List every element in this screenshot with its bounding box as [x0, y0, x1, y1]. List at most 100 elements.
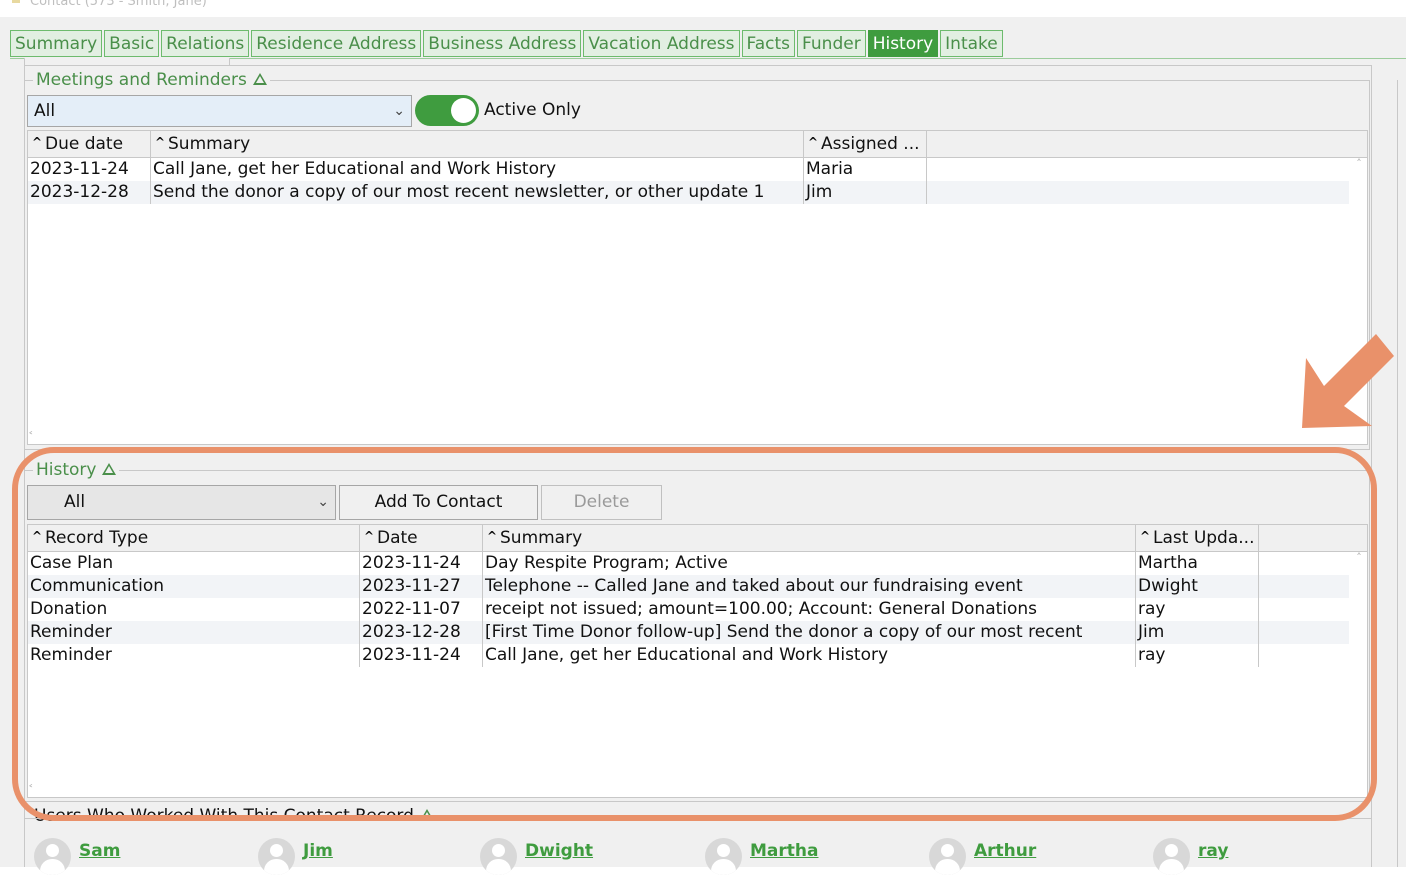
cell-summary: Send the donor a copy of our most recent… — [153, 182, 765, 202]
tab-bar: Summary Basic Relations Residence Addres… — [10, 30, 1003, 59]
meetings-table-header: ^ Due date ^ Summary ^ Assigned ... — [28, 131, 1367, 158]
window-title-bar: Contact (573 - Smith, Jane) — [0, 0, 1406, 17]
column-header-record-type[interactable]: ^ Record Type — [28, 525, 360, 551]
avatar — [705, 838, 742, 875]
tab-history[interactable]: History — [867, 30, 939, 57]
table-row[interactable]: Reminder 2023-12-28 [First Time Donor fo… — [28, 621, 1349, 644]
column-divider — [1135, 552, 1136, 667]
sort-caret-icon: ^ — [32, 135, 43, 149]
sort-caret-icon: ^ — [155, 135, 166, 149]
toggle-knob — [451, 98, 476, 123]
collapse-triangle-icon[interactable] — [252, 73, 267, 85]
cell-record-type: Reminder — [30, 622, 112, 642]
history-legend[interactable]: History — [33, 460, 120, 480]
cell-date: 2023-11-27 — [362, 576, 461, 596]
column-header-date[interactable]: ^ Date — [360, 525, 483, 551]
cell-record-type: Donation — [30, 599, 108, 619]
active-only-label: Active Only — [484, 100, 581, 120]
frame-tab-stub — [24, 58, 230, 66]
table-row[interactable]: 2023-11-24 Call Jane, get her Educationa… — [28, 158, 1349, 181]
history-table: ^ Record Type ^ Date ^ Summary ^ Last Upda..… — [27, 524, 1368, 798]
cell-summary: Telephone -- Called Jane and taked about… — [485, 576, 1023, 596]
cell-date: 2023-12-28 — [362, 622, 461, 642]
user-link[interactable]: Sam — [79, 841, 120, 861]
cell-last-updated: ray — [1138, 599, 1166, 619]
add-to-contact-button[interactable]: Add To Contact — [339, 485, 538, 520]
chevron-down-icon: ⌄ — [317, 494, 329, 510]
history-vertical-scrollbar[interactable]: ˄ — [1351, 551, 1367, 781]
meetings-filter-select[interactable]: All ⌄ — [27, 95, 412, 127]
sort-caret-icon: ^ — [808, 135, 819, 149]
meetings-table: ^ Due date ^ Summary ^ Assigned ... 2023-11… — [27, 130, 1368, 445]
tab-residence-address[interactable]: Residence Address — [251, 30, 422, 57]
avatar — [258, 838, 295, 875]
tab-facts[interactable]: Facts — [741, 30, 796, 57]
user-link[interactable]: Jim — [303, 841, 333, 861]
cell-last-updated: Jim — [1138, 622, 1165, 642]
meetings-horizontal-scrollbar[interactable]: ˂ — [28, 430, 1367, 444]
sort-caret-icon: ^ — [32, 529, 43, 543]
window-title: Contact (573 - Smith, Jane) — [30, 0, 207, 9]
user-link[interactable]: Dwight — [525, 841, 593, 861]
sort-caret-icon: ^ — [364, 529, 375, 543]
cell-due-date: 2023-11-24 — [30, 159, 129, 179]
cell-summary: [First Time Donor follow-up] Send the do… — [485, 622, 1083, 642]
table-row[interactable]: Communication 2023-11-27 Telephone -- Ca… — [28, 575, 1349, 598]
table-row[interactable]: Case Plan 2023-11-24 Day Respite Program… — [28, 552, 1349, 575]
tab-summary[interactable]: Summary — [10, 30, 103, 57]
column-header-assigned[interactable]: ^ Assigned ... — [804, 131, 927, 157]
column-header-summary[interactable]: ^ Summary — [483, 525, 1136, 551]
sort-caret-icon: ^ — [1140, 529, 1151, 543]
cell-date: 2023-11-24 — [362, 553, 461, 573]
meetings-filter-value: All — [34, 101, 56, 121]
cell-record-type: Reminder — [30, 645, 112, 665]
tab-funder[interactable]: Funder — [797, 30, 866, 57]
table-row[interactable]: Reminder 2023-11-24 Call Jane, get her E… — [28, 644, 1349, 667]
contact-icon — [12, 0, 20, 3]
chevron-down-icon: ⌄ — [393, 103, 405, 119]
avatar — [480, 838, 517, 875]
history-horizontal-scrollbar[interactable]: ˂ — [28, 783, 1367, 797]
avatar — [34, 838, 71, 875]
callout-arrow-icon — [1302, 334, 1394, 428]
right-scroll-rail[interactable] — [1397, 80, 1406, 867]
column-header-due-date[interactable]: ^ Due date — [28, 131, 151, 157]
user-link[interactable]: ray — [1198, 841, 1228, 861]
history-filter-select[interactable]: All ⌄ — [27, 485, 336, 520]
cell-record-type: Case Plan — [30, 553, 114, 573]
table-row[interactable]: 2023-12-28 Send the donor a copy of our … — [28, 181, 1349, 204]
history-filter-value: All — [64, 492, 86, 512]
meetings-legend[interactable]: Meetings and Reminders — [33, 70, 270, 90]
tab-vacation-address[interactable]: Vacation Address — [583, 30, 740, 57]
column-divider — [359, 552, 360, 667]
history-table-header: ^ Record Type ^ Date ^ Summary ^ Last Upda..… — [28, 525, 1367, 552]
column-divider — [1258, 552, 1259, 667]
active-only-toggle[interactable] — [415, 95, 479, 126]
tab-basic[interactable]: Basic — [104, 30, 160, 57]
column-header-summary[interactable]: ^ Summary — [151, 131, 804, 157]
cell-date: 2022-11-07 — [362, 599, 461, 619]
column-header-last-updated[interactable]: ^ Last Upda... — [1136, 525, 1259, 551]
user-link[interactable]: Arthur — [974, 841, 1036, 861]
cell-last-updated: ray — [1138, 645, 1166, 665]
cell-due-date: 2023-12-28 — [30, 182, 129, 202]
cell-summary: Day Respite Program; Active — [485, 553, 728, 573]
cell-assigned: Jim — [806, 182, 833, 202]
column-divider — [150, 158, 151, 204]
cell-last-updated: Dwight — [1138, 576, 1198, 596]
cell-summary: receipt not issued; amount=100.00; Accou… — [485, 599, 1038, 619]
sort-caret-icon: ^ — [487, 529, 498, 543]
collapse-triangle-icon[interactable] — [102, 463, 117, 475]
column-divider — [482, 552, 483, 667]
cell-record-type: Communication — [30, 576, 164, 596]
tab-business-address[interactable]: Business Address — [423, 30, 582, 57]
cell-last-updated: Martha — [1138, 553, 1198, 573]
avatar — [929, 838, 966, 875]
cell-assigned: Maria — [806, 159, 854, 179]
cell-summary: Call Jane, get her Educational and Work … — [153, 159, 557, 179]
delete-button[interactable]: Delete — [541, 485, 662, 520]
user-link[interactable]: Martha — [750, 841, 818, 861]
tab-relations[interactable]: Relations — [161, 30, 250, 57]
table-row[interactable]: Donation 2022-11-07 receipt not issued; … — [28, 598, 1349, 621]
tab-intake[interactable]: Intake — [940, 30, 1003, 57]
